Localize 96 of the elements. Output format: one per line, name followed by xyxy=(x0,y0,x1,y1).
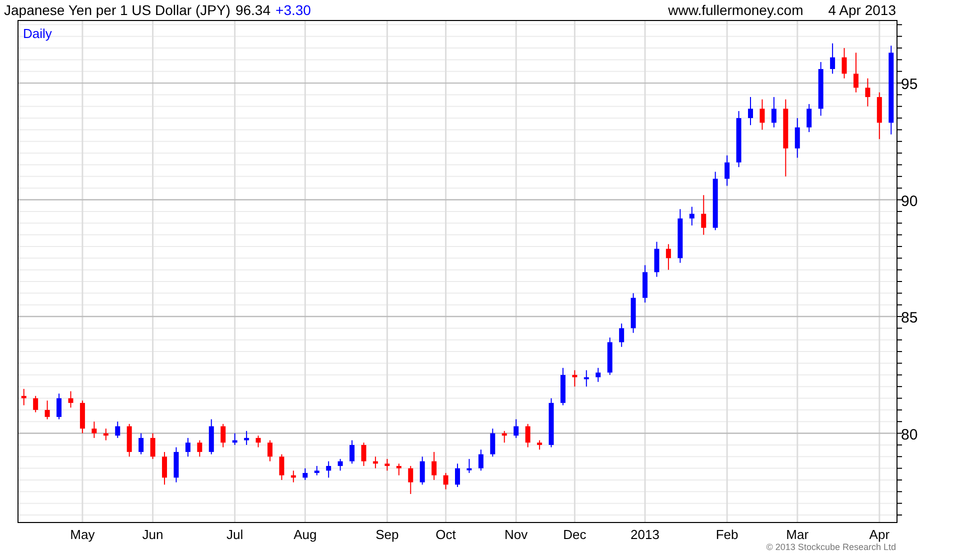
candle xyxy=(748,96,753,126)
candle xyxy=(338,458,343,472)
candle xyxy=(232,432,238,446)
candle xyxy=(290,470,296,483)
candle xyxy=(68,390,74,408)
candle xyxy=(876,92,882,140)
candle xyxy=(724,154,730,186)
axis-label: 95 xyxy=(901,76,918,94)
candle xyxy=(432,451,437,480)
candle xyxy=(302,468,308,480)
candle xyxy=(244,430,250,446)
axis-label: Apr xyxy=(869,527,890,542)
axis-label: 80 xyxy=(901,426,918,444)
candle xyxy=(537,440,542,450)
chart-date: 4 Apr 2013 xyxy=(828,2,896,18)
candle xyxy=(103,428,108,441)
axis-label: May xyxy=(70,527,95,542)
candle xyxy=(818,62,824,116)
candle xyxy=(56,393,62,420)
candle xyxy=(126,423,132,458)
candle xyxy=(162,451,167,486)
candle xyxy=(572,370,578,388)
axis-label: Jul xyxy=(226,527,244,542)
candle xyxy=(490,428,496,458)
price-value: 96.34 xyxy=(235,2,271,18)
axis-label: Nov xyxy=(504,527,528,542)
candle xyxy=(701,194,706,236)
candle xyxy=(689,206,694,226)
candle xyxy=(806,104,812,133)
candle xyxy=(92,421,97,438)
candle xyxy=(830,42,836,74)
candle xyxy=(525,423,530,448)
candle xyxy=(455,463,460,488)
candle xyxy=(420,456,425,486)
axis-label: Feb xyxy=(716,527,738,542)
axis-label: Oct xyxy=(436,527,456,542)
candle xyxy=(666,244,671,270)
candle xyxy=(21,388,26,406)
candle xyxy=(44,400,50,420)
axis-label: 90 xyxy=(901,192,918,210)
candle xyxy=(326,460,332,478)
candle xyxy=(396,463,402,476)
candle xyxy=(220,423,226,448)
candle xyxy=(760,98,765,130)
candle xyxy=(478,449,484,472)
candle xyxy=(256,435,261,448)
candle xyxy=(384,458,390,472)
copyright-text: © 2013 Stockcube Research Ltd xyxy=(766,542,896,552)
candle xyxy=(865,78,870,107)
axis-label: 85 xyxy=(901,310,918,327)
candle xyxy=(794,118,800,158)
candle xyxy=(350,440,355,464)
candle xyxy=(853,52,858,93)
site-url: www.fullermoney.com xyxy=(668,2,804,18)
candle xyxy=(314,465,320,476)
candle xyxy=(138,432,144,455)
candle xyxy=(443,472,448,490)
axis-label: Jun xyxy=(142,527,164,542)
axis-label: Aug xyxy=(294,527,317,542)
period-label: Daily xyxy=(23,26,52,41)
axis-label: Mar xyxy=(786,527,809,542)
candle xyxy=(80,400,85,434)
candle xyxy=(584,370,589,388)
candle xyxy=(712,171,718,231)
candle xyxy=(174,446,179,483)
candle xyxy=(115,421,120,438)
candle xyxy=(736,110,742,168)
candle xyxy=(361,442,366,466)
candle xyxy=(514,418,519,438)
axis-label: Sep xyxy=(376,527,399,542)
candle xyxy=(372,456,378,469)
candle xyxy=(502,430,507,444)
candle xyxy=(842,48,847,79)
candle xyxy=(630,292,636,334)
candle xyxy=(208,418,214,455)
price-change: +3.30 xyxy=(276,2,311,18)
axis-label: Dec xyxy=(563,527,586,542)
candle xyxy=(267,440,272,462)
candle xyxy=(548,398,554,448)
axis-label: 2013 xyxy=(630,527,660,542)
candle xyxy=(678,208,683,264)
candle xyxy=(619,323,624,348)
candle xyxy=(279,454,284,480)
candle xyxy=(642,264,648,304)
candle xyxy=(408,465,414,494)
candle xyxy=(771,96,776,128)
chart-title: Japanese Yen per 1 US Dollar (JPY) xyxy=(4,2,230,18)
candle xyxy=(596,367,601,382)
candle xyxy=(197,440,202,458)
candle xyxy=(607,337,612,376)
candle xyxy=(560,367,566,406)
candle xyxy=(185,437,190,458)
candle xyxy=(150,432,156,460)
candle xyxy=(33,395,38,413)
candle xyxy=(466,458,472,474)
candle xyxy=(654,241,660,278)
